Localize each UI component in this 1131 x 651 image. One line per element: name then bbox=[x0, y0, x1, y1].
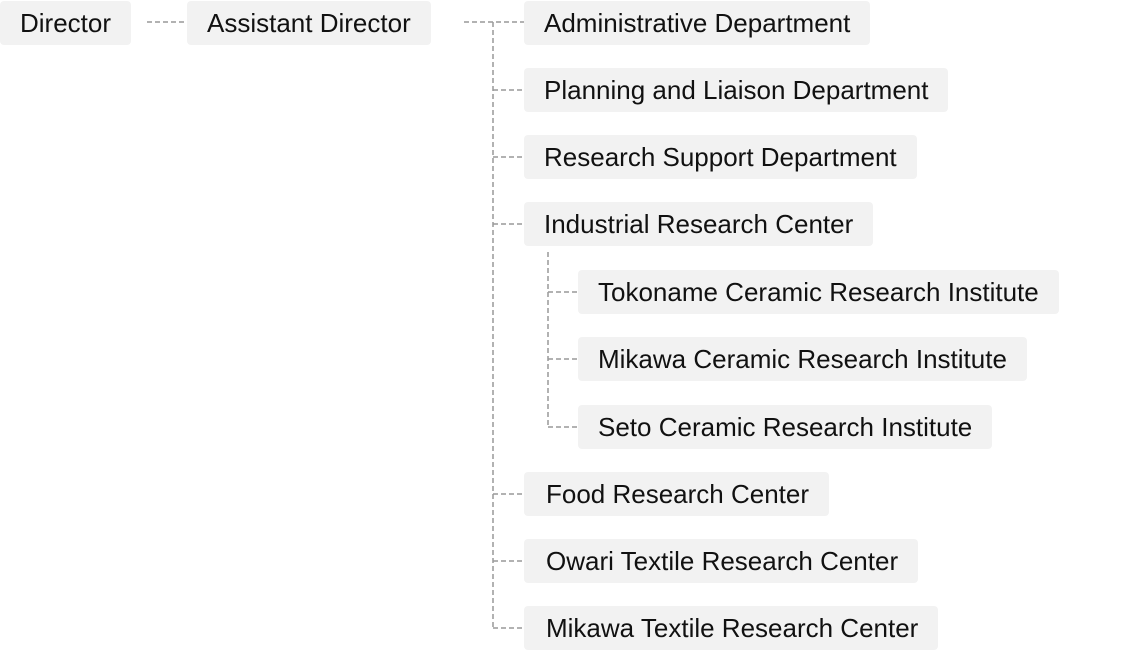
node-department: Administrative Department bbox=[524, 1, 871, 45]
node-department: Food Research Center bbox=[524, 472, 830, 516]
node-institute: Seto Ceramic Research Institute bbox=[578, 405, 993, 449]
node-department: Industrial Research Center bbox=[524, 202, 874, 246]
node-department: Planning and Liaison Department bbox=[524, 68, 949, 112]
node-institute: Tokoname Ceramic Research Institute bbox=[578, 270, 1059, 314]
node-assistant-director: Assistant Director bbox=[187, 1, 431, 45]
node-director: Director bbox=[0, 1, 132, 45]
node-department: Research Support Department bbox=[524, 135, 917, 179]
node-department: Mikawa Textile Research Center bbox=[524, 606, 939, 650]
node-department: Owari Textile Research Center bbox=[524, 539, 919, 583]
node-institute: Mikawa Ceramic Research Institute bbox=[578, 337, 1027, 381]
